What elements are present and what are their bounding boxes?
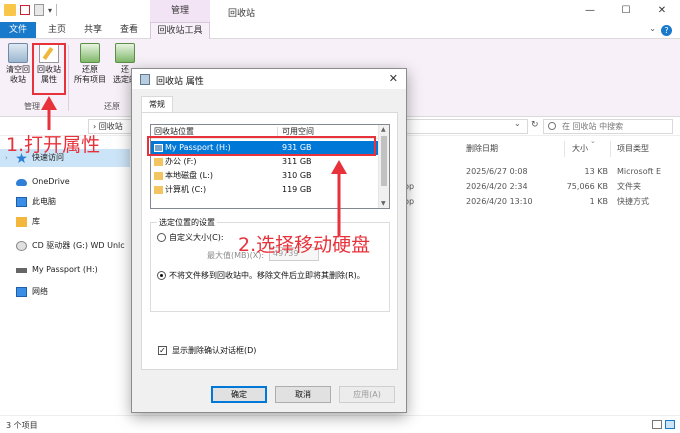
arrowhead-properties [41,96,57,110]
annotation-step-1: 1.打开属性 [6,134,101,156]
arrowhead-passport [331,160,347,174]
annotation-step-2: 2.选择移动硬盘 [238,234,371,256]
annotation-arrows [41,96,347,236]
